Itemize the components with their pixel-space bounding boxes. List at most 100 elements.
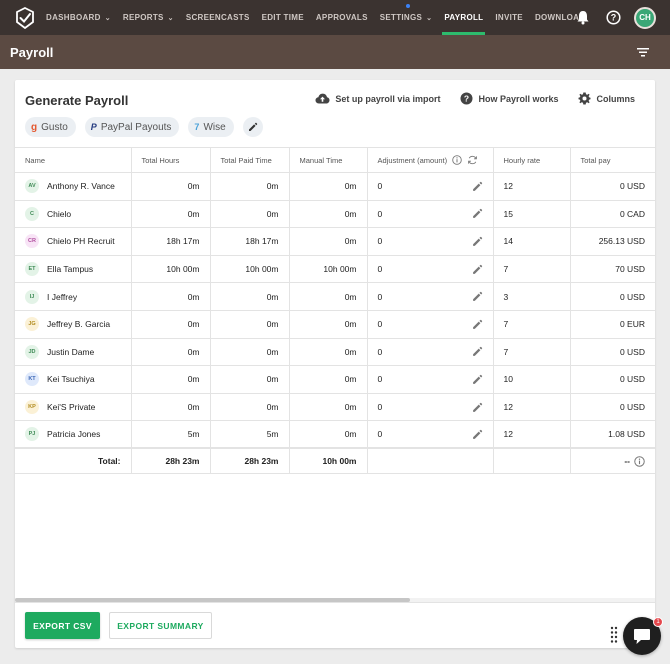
paypal-chip[interactable]: P PayPal Payouts — [84, 117, 180, 137]
member-avatar: IJ — [25, 289, 39, 304]
cell-total-pay: 0 USD — [569, 282, 655, 311]
col-header-name[interactable]: Name — [15, 147, 131, 173]
cell-adjustment: 0 — [366, 172, 493, 201]
nav-item-screencasts[interactable]: SCREENCASTS — [180, 0, 256, 35]
member-name[interactable]: Jeffrey B. Garcia — [47, 319, 110, 329]
columns-button[interactable]: Columns — [578, 92, 635, 105]
cell-name: CR Chielo PH Recruit — [15, 227, 131, 256]
cell-manual-time: 0m — [288, 393, 367, 422]
user-avatar[interactable]: CH — [634, 6, 656, 29]
table-body: AV Anthony R. Vance 0m 0m 0m 0 12 0 USD C Chielo 0… — [15, 172, 655, 474]
col-header-total-pay[interactable]: Total pay — [569, 147, 655, 173]
table-row: IJ I Jeffrey 0m 0m 0m 0 3 0 USD — [15, 282, 655, 311]
member-name[interactable]: Chielo — [47, 209, 71, 219]
table-row: C Chielo 0m 0m 0m 0 15 0 CAD — [15, 200, 655, 229]
edit-adjustment-pencil-icon[interactable] — [472, 346, 483, 357]
nav-item-invite[interactable]: INVITE — [489, 0, 529, 35]
drag-handle-icon[interactable] — [610, 625, 618, 645]
adjustment-header-label[interactable]: Adjustment (amount) — [378, 156, 448, 165]
payroll-table: Name Total Hours Total Paid Time Manual … — [15, 147, 655, 474]
nav-item-label: SETTINGS — [379, 13, 423, 22]
import-payroll-button[interactable]: Set up payroll via import — [315, 93, 440, 104]
member-name[interactable]: Justin Dame — [47, 347, 94, 357]
edit-adjustment-pencil-icon[interactable] — [472, 319, 483, 330]
member-name[interactable]: Kei'S Private — [47, 402, 95, 412]
cell-total-paid-time: 0m — [209, 282, 289, 311]
col-header-total-hours[interactable]: Total Hours — [130, 147, 210, 173]
notifications-bell-icon[interactable] — [574, 9, 592, 27]
cell-hourly-rate: 12 — [492, 172, 570, 201]
info-icon[interactable] — [452, 155, 462, 165]
paypal-icon: P — [90, 122, 97, 132]
wise-chip[interactable]: 7 Wise — [188, 117, 234, 137]
chat-widget-button[interactable]: 1 — [623, 617, 663, 655]
info-icon[interactable] — [634, 455, 645, 467]
cell-total-paid-time: 0m — [209, 200, 289, 229]
cell-hourly-rate: 7 — [492, 255, 570, 284]
paypal-label: PayPal Payouts — [100, 121, 172, 133]
gusto-label: Gusto — [41, 121, 68, 133]
app-logo-icon[interactable] — [14, 7, 36, 29]
col-header-total-paid-time[interactable]: Total Paid Time — [209, 147, 289, 173]
adjustment-value: 0 — [377, 264, 383, 275]
cell-total-paid-time: 0m — [209, 310, 289, 339]
edit-adjustment-pencil-icon[interactable] — [472, 208, 483, 219]
filter-icon[interactable] — [636, 45, 650, 59]
edit-adjustment-pencil-icon[interactable] — [472, 181, 483, 192]
member-name[interactable]: I Jeffrey — [47, 292, 77, 302]
manual-time-sum: 10h 00m — [288, 447, 367, 474]
edit-adjustment-pencil-icon[interactable] — [472, 264, 483, 275]
cell-total-hours: 10h 00m — [130, 255, 210, 284]
edit-adjustment-pencil-icon[interactable] — [472, 402, 483, 413]
gear-icon — [578, 92, 591, 105]
col-header-manual-time[interactable]: Manual Time — [288, 147, 367, 173]
nav-item-label: EDIT TIME — [261, 13, 304, 22]
adjustment-value: 0 — [377, 374, 383, 385]
nav-item-label: PAYROLL — [444, 13, 484, 22]
notification-dot — [406, 4, 411, 8]
refresh-icon[interactable] — [467, 155, 478, 165]
member-name[interactable]: Anthony R. Vance — [47, 181, 115, 191]
total-paid-time-sum: 28h 23m — [209, 447, 289, 474]
member-name[interactable]: Chielo PH Recruit — [47, 236, 115, 246]
cell-hourly-rate: 12 — [492, 420, 570, 449]
edit-adjustment-pencil-icon[interactable] — [472, 291, 483, 302]
cell-total-paid-time: 10h 00m — [209, 255, 289, 284]
help-icon[interactable]: ? — [604, 9, 622, 27]
nav-item-edit-time[interactable]: EDIT TIME — [256, 0, 310, 35]
member-name[interactable]: Kei Tsuchiya — [47, 374, 95, 384]
edit-integrations-button[interactable] — [242, 117, 263, 137]
nav-items: DASHBOARD ⌄ REPORTS ⌄ SCREENCASTS EDIT TIME AP… — [40, 0, 591, 35]
nav-item-dashboard[interactable]: DASHBOARD ⌄ — [40, 0, 117, 35]
member-name[interactable]: Patricia Jones — [47, 429, 100, 439]
export-summary-button[interactable]: EXPORT SUMMARY — [109, 612, 212, 639]
member-avatar: KT — [25, 372, 39, 387]
cell-adjustment: 0 — [366, 282, 493, 311]
total-hours-sum: 28h 23m — [130, 447, 210, 474]
nav-item-label: REPORTS — [122, 13, 164, 22]
member-avatar: PJ — [25, 427, 39, 442]
col-header-hourly-rate[interactable]: Hourly rate — [492, 147, 570, 173]
cell-total-pay: 0 USD — [569, 365, 655, 394]
table-row: KP Kei'S Private 0m 0m 0m 0 12 0 USD — [15, 393, 655, 422]
table-row: ET Ella Tampus 10h 00m 10h 00m 10h 00m 0 7 70 U… — [15, 255, 655, 284]
cell-manual-time: 0m — [288, 282, 367, 311]
nav-item-settings[interactable]: SETTINGS ⌄ — [374, 0, 439, 35]
nav-item-approvals[interactable]: APPROVALS — [310, 0, 374, 35]
cell-total-pay: 0 USD — [569, 172, 655, 201]
nav-item-payroll[interactable]: PAYROLL — [438, 0, 489, 35]
edit-adjustment-pencil-icon[interactable] — [472, 374, 483, 385]
cell-manual-time: 0m — [288, 200, 367, 229]
edit-adjustment-pencil-icon[interactable] — [472, 236, 483, 247]
export-csv-button[interactable]: EXPORT CSV — [25, 612, 100, 639]
cloud-upload-icon — [315, 93, 330, 104]
cell-adjustment: 0 — [366, 227, 493, 256]
how-payroll-works-link[interactable]: ? How Payroll works — [460, 92, 558, 105]
member-name[interactable]: Ella Tampus — [47, 264, 93, 274]
how-payroll-works-label: How Payroll works — [478, 93, 559, 104]
nav-item-reports[interactable]: REPORTS ⌄ — [117, 0, 180, 35]
cell-name: ET Ella Tampus — [15, 255, 131, 284]
edit-adjustment-pencil-icon[interactable] — [472, 429, 483, 440]
cell-total-pay: 0 USD — [569, 338, 655, 367]
gusto-chip[interactable]: g Gusto — [25, 117, 76, 137]
